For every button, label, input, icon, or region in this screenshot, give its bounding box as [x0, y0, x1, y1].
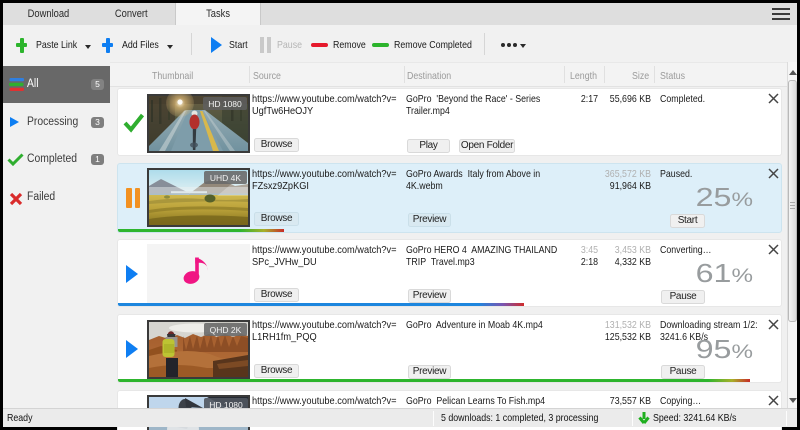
svg-text:UHD 4K: UHD 4K — [210, 173, 242, 183]
svg-text:HD 1080: HD 1080 — [208, 99, 242, 109]
svg-text:QHD 2K: QHD 2K — [210, 325, 242, 335]
